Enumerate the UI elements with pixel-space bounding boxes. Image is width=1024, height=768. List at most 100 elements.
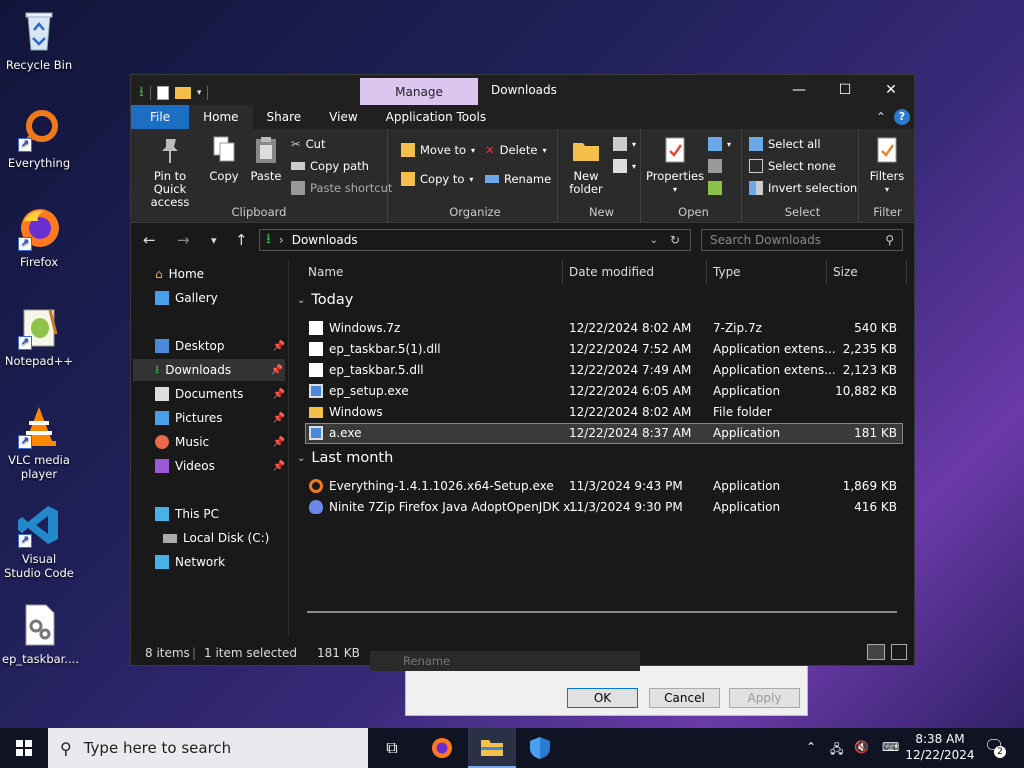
cancel-button[interactable]: Cancel [649,688,720,708]
new-folder-button[interactable]: New folder [565,135,607,196]
desktop-icon-recycle-bin[interactable]: Recycle Bin [2,8,76,72]
nav-item-videos[interactable]: Videos 📌 [155,455,285,477]
column-divider[interactable] [706,259,707,285]
taskbar-defender[interactable] [516,728,564,768]
horizontal-scrollbar[interactable] [307,611,897,613]
delete-button[interactable]: ✕ Delete ▾ [485,143,546,157]
taskbar-search-box[interactable]: ⚲ Type here to search [48,728,368,768]
ok-button[interactable]: OK [567,688,638,708]
column-divider[interactable] [826,259,827,285]
nav-item-desktop[interactable]: Desktop 📌 [155,335,285,357]
notification-center-icon[interactable]: 🗨 2 [984,736,1006,758]
address-dropdown-icon[interactable]: ⌄ [650,235,658,246]
nav-item-documents[interactable]: Documents 📌 [155,383,285,405]
nav-item-pictures[interactable]: Pictures 📌 [155,407,285,429]
taskbar-firefox[interactable] [418,728,466,768]
up-arrow-icon[interactable]: ↑ [235,231,248,249]
clock[interactable]: 8:38 AM 12/22/2024 [905,731,975,763]
tab-file[interactable]: File [131,105,190,129]
new-item-button[interactable]: ▾ [613,137,636,151]
column-divider[interactable] [906,259,907,285]
recent-locations-chevron-icon[interactable]: ▾ [211,234,217,247]
desktop-icon-everything[interactable]: ↗ Everything [2,106,76,170]
taskbar-file-explorer[interactable] [468,728,516,768]
table-row[interactable]: ep_taskbar.5.dll 12/22/2024 7:49 AM Applic… [305,360,903,381]
tab-manage[interactable]: Manage [360,78,478,105]
nav-item-this-pc[interactable]: This PC [155,503,219,525]
desktop-icon-ep-taskbar[interactable]: ep_taskbar.... [2,602,79,666]
tab-share[interactable]: Share [253,105,316,129]
group-header-today[interactable]: ⌄ Today [297,292,353,308]
keyboard-icon[interactable]: ⌨ [882,740,899,754]
properties-button[interactable]: Properties ▾ [646,135,704,196]
table-row[interactable]: ep_setup.exe 12/22/2024 6:05 AM Applicatio… [305,381,903,402]
nav-item-downloads[interactable]: ⭳ Downloads 📌 [133,359,285,381]
column-divider[interactable] [562,259,563,285]
desktop-icon-firefox[interactable]: ↗ Firefox [2,205,76,269]
nav-item-local-disk[interactable]: Local Disk (C:) [163,527,269,549]
table-row-selected[interactable]: a.exe 12/22/2024 8:37 AM Application 181 KB [305,423,903,444]
new-folder-qat-icon[interactable] [174,87,191,99]
select-all-button[interactable]: Select all [749,137,821,151]
pin-icon[interactable]: 📌 [273,461,285,472]
tray-overflow-chevron-icon[interactable]: ⌃ [806,740,816,754]
tab-view[interactable]: View [315,105,371,129]
pin-icon[interactable]: 📌 [271,365,283,376]
copy-button[interactable]: Copy [207,135,241,183]
volume-muted-icon[interactable]: 🔇 [854,740,869,754]
column-size[interactable]: Size [833,265,858,279]
qat-dropdown-icon[interactable]: ▾ [197,88,202,98]
easy-access-button[interactable]: ▾ [613,159,636,173]
task-view-button[interactable]: ⧉ [368,728,416,768]
copy-path-button[interactable]: Copy path [291,159,369,173]
tab-home[interactable]: Home [189,105,253,129]
nav-item-gallery[interactable]: Gallery [155,287,218,309]
collapse-ribbon-icon[interactable]: ⌃ [876,110,886,124]
pin-to-quick-access-button[interactable]: Pin to Quick access [137,135,203,209]
table-row[interactable]: Everything-1.4.1.1026.x64-Setup.exe 11/3/… [305,476,903,497]
filters-button[interactable]: Filters ▾ [863,135,911,196]
table-row[interactable]: ep_taskbar.5(1).dll 12/22/2024 7:52 AM App… [305,339,903,360]
open-button[interactable]: ▾ [708,137,731,151]
breadcrumb-downloads[interactable]: Downloads [292,233,358,247]
rename-button[interactable]: Rename [485,172,551,186]
table-row[interactable]: Windows 12/22/2024 8:02 AM File folder [305,402,903,423]
pin-icon[interactable]: 📌 [273,413,285,424]
close-button[interactable]: ✕ [868,75,914,105]
help-icon[interactable]: ? [894,109,910,125]
maximize-button[interactable]: ☐ [822,75,868,105]
forward-arrow-icon[interactable]: → [177,231,190,249]
pin-icon[interactable]: 📌 [273,389,285,400]
back-arrow-icon[interactable]: ← [143,231,156,249]
desktop-icon-notepadpp[interactable]: ↗ Notepad++ [2,304,76,368]
pin-icon[interactable]: 📌 [273,437,285,448]
nav-item-network[interactable]: Network [155,551,225,573]
history-button[interactable] [708,181,722,195]
nav-item-music[interactable]: Music 📌 [155,431,285,453]
apply-button[interactable]: Apply [729,688,800,708]
select-none-button[interactable]: Select none [749,159,836,173]
properties-qat-icon[interactable] [156,86,169,100]
desktop-icon-vscode[interactable]: ↗ Visual Studio Code [2,502,76,580]
column-name[interactable]: Name [308,265,343,279]
network-icon[interactable]: 🖧 [830,740,843,761]
refresh-icon[interactable]: ↻ [670,233,680,247]
search-input[interactable]: Search Downloads ⚲ [701,229,903,251]
paste-shortcut-button[interactable]: Paste shortcut [291,181,392,195]
column-type[interactable]: Type [713,265,741,279]
table-row[interactable]: Ninite 7Zip Firefox Java AdoptOpenJDK x.… [305,497,903,518]
start-button[interactable] [0,728,48,768]
pin-icon[interactable]: 📌 [273,341,285,352]
edit-button[interactable] [708,159,722,173]
address-bar[interactable]: ⭳ › Downloads ⌄ ↻ [259,229,691,251]
table-row[interactable]: Windows.7z 12/22/2024 8:02 AM 7-Zip.7z 540 … [305,318,903,339]
tab-application-tools[interactable]: Application Tools [372,105,500,129]
paste-button[interactable]: Paste [249,135,283,183]
details-view-icon[interactable] [867,644,885,660]
column-date-modified[interactable]: Date modified [569,265,654,279]
move-to-button[interactable]: Move to ▾ [401,143,475,157]
group-header-last-month[interactable]: ⌄ Last month [297,450,393,466]
copy-to-button[interactable]: Copy to ▾ [401,172,473,186]
invert-selection-button[interactable]: Invert selection [749,181,857,195]
desktop-icon-vlc[interactable]: ↗ VLC media player [2,403,76,481]
